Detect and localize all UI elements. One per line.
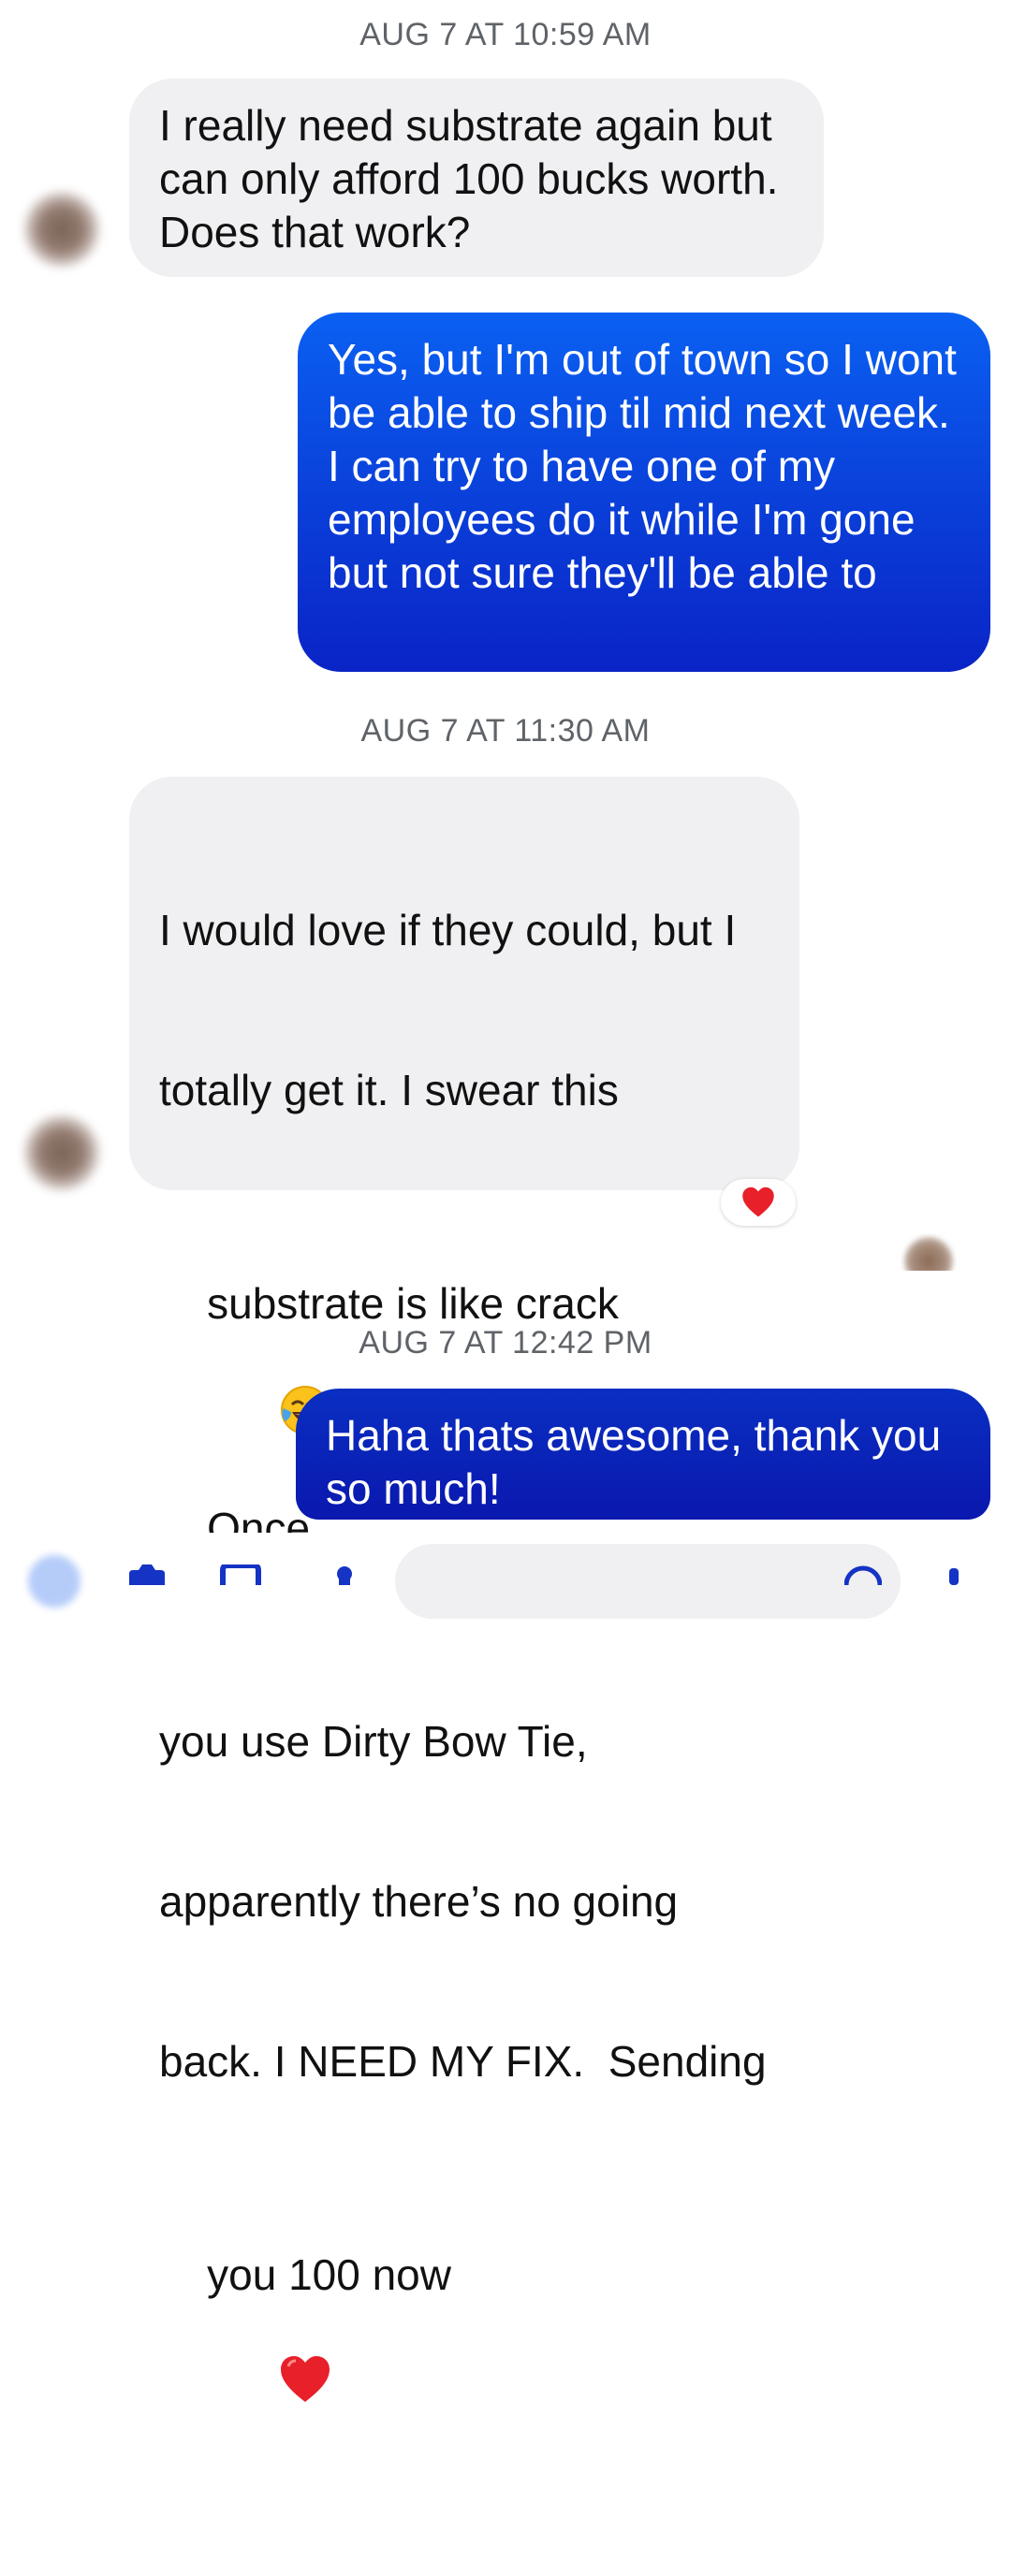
message-input[interactable] [395, 1544, 901, 1619]
more-actions-icon[interactable] [28, 1555, 81, 1608]
image-icon[interactable] [219, 1563, 262, 1585]
message-line: you 100 now [159, 2195, 771, 2523]
message-text: substrate is like crack [207, 1279, 619, 1328]
sent-message[interactable]: Yes, but I'm out of town so I wont be ab… [298, 313, 990, 672]
heart-reaction-icon[interactable] [721, 1179, 796, 1226]
message-line: apparently there’s no going [159, 1877, 679, 1926]
avatar[interactable] [24, 192, 99, 267]
mic-icon[interactable] [333, 1565, 356, 1585]
avatar[interactable] [24, 1115, 99, 1190]
received-message[interactable]: I would love if they could, but I totall… [129, 777, 799, 2402]
message-line: back. I NEED MY FIX. Sending [159, 2037, 767, 2086]
sent-message[interactable]: Haha thats awesome, thank you so much! [296, 1389, 990, 1520]
message-text: you 100 now [207, 2250, 451, 2299]
like-icon[interactable] [945, 1565, 964, 1585]
timestamp: AUG 7 AT 12:42 PM [359, 1325, 652, 1361]
read-receipt-avatar [901, 1233, 957, 1271]
emoji-icon[interactable] [843, 1565, 883, 1605]
message-line: you use Dirty Bow Tie, [159, 1717, 588, 1766]
message-line: I would love if they could, but I [159, 906, 737, 954]
red-heart-icon [207, 2302, 331, 2469]
timestamp: AUG 7 AT 11:30 AM [360, 713, 651, 749]
message-line: totally get it. I swear this [159, 1066, 619, 1114]
camera-icon[interactable] [124, 1565, 167, 1585]
received-message[interactable]: I really need substrate again but can on… [129, 79, 824, 277]
timestamp: AUG 7 AT 10:59 AM [359, 17, 652, 52]
